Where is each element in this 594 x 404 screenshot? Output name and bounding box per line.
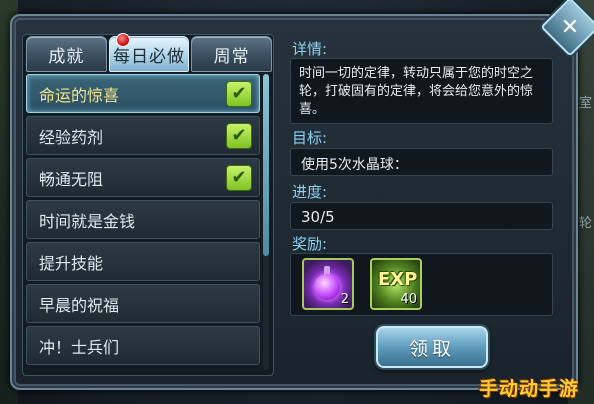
- quest-label: 时间就是金钱: [39, 211, 136, 231]
- tab-daily[interactable]: 每日必做: [108, 33, 190, 72]
- check-icon: ✔: [227, 165, 251, 190]
- quest-label: 提升技能: [39, 253, 104, 273]
- reward-quantity: 2: [340, 292, 349, 307]
- details-label: 详情:: [292, 40, 328, 58]
- target-text: 使用5次水晶球：: [290, 148, 553, 176]
- quest-label: 冲！士兵们: [39, 337, 120, 357]
- close-icon: ✕: [560, 14, 580, 40]
- tab-weekly[interactable]: 周常: [191, 36, 273, 72]
- exp-icon: EXP: [378, 269, 418, 290]
- details-text: 时间一切的定律，转动只属于您的时空之轮，打破固有的定律，将会给您意外的惊喜。: [290, 58, 553, 124]
- target-label: 目标:: [292, 129, 328, 147]
- quest-item[interactable]: 命运的惊喜 ✔: [26, 74, 260, 113]
- tab-label: 周常: [213, 46, 250, 67]
- quest-item[interactable]: 经验药剂 ✔: [26, 116, 260, 155]
- quest-item[interactable]: 冲！士兵们: [26, 326, 260, 365]
- watermark: 手动动手游: [479, 378, 580, 400]
- progress-label: 进度:: [292, 183, 328, 201]
- notification-dot: [115, 33, 130, 47]
- scrollbar-thumb[interactable]: [263, 74, 269, 256]
- quest-item[interactable]: 畅通无阻 ✔: [26, 158, 260, 197]
- tab-achievements[interactable]: 成就: [26, 36, 107, 72]
- claim-button[interactable]: 领取: [376, 326, 488, 368]
- reward-label: 奖励:: [292, 235, 328, 253]
- quest-label: 命运的惊喜: [39, 85, 120, 105]
- reward-item[interactable]: 2: [302, 258, 354, 310]
- quest-list: 命运的惊喜 ✔ 经验药剂 ✔ 畅通无阻 ✔ 时间就是金钱 提升技能 早晨的祝福 …: [26, 74, 260, 368]
- quest-item[interactable]: 早晨的祝福: [26, 284, 260, 323]
- quest-label: 经验药剂: [39, 127, 104, 147]
- tab-label: 成就: [48, 46, 85, 67]
- quest-label: 早晨的祝福: [39, 295, 120, 315]
- quest-item[interactable]: 提升技能: [26, 242, 260, 281]
- progress-text: 30/5: [290, 202, 553, 230]
- quest-item[interactable]: 时间就是金钱: [26, 200, 260, 239]
- check-icon: ✔: [227, 123, 251, 148]
- potion-icon: [314, 274, 340, 300]
- reward-quantity: 40: [400, 292, 417, 307]
- quest-tabs: 成就 每日必做 周常: [26, 33, 273, 72]
- check-icon: ✔: [227, 81, 251, 106]
- background-side-text: 室: [578, 96, 592, 111]
- quest-label: 畅通无阻: [39, 169, 104, 189]
- background-side-text: 轮: [578, 216, 592, 231]
- reward-item[interactable]: EXP 40: [370, 258, 422, 310]
